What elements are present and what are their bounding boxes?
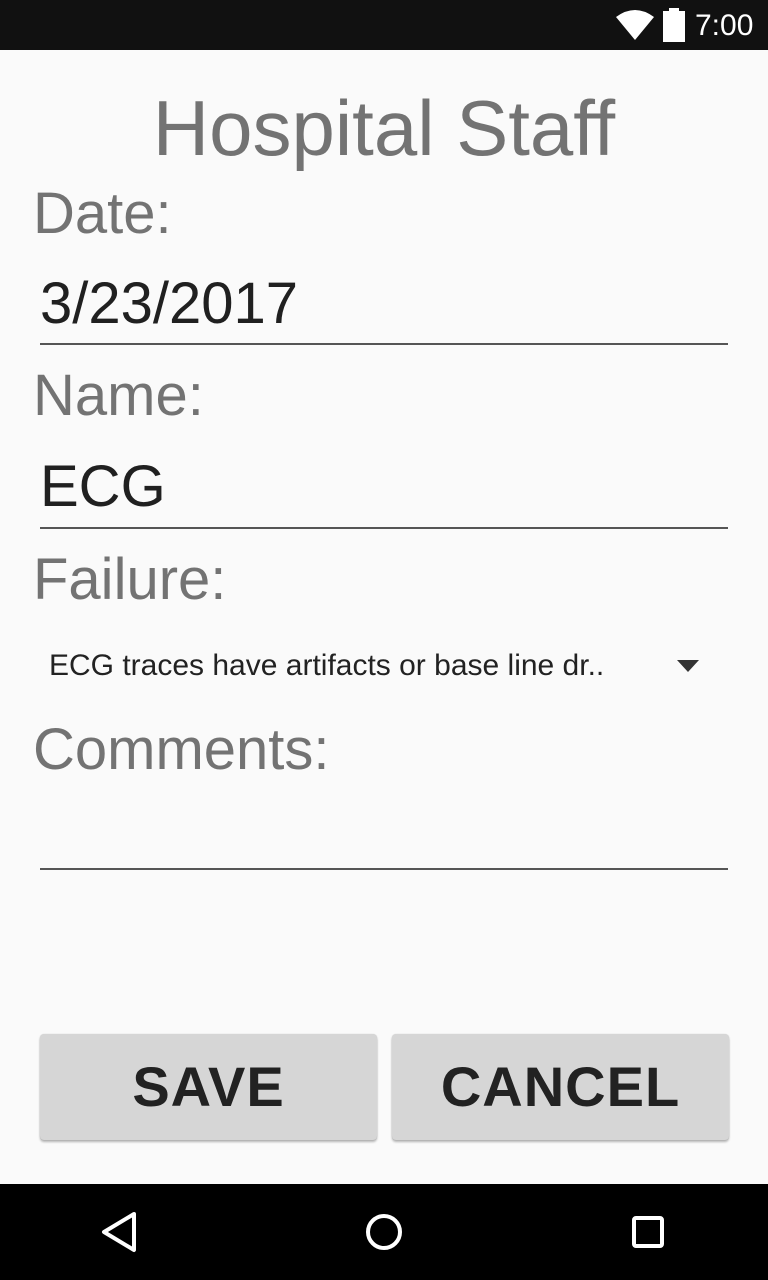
failure-dropdown-selected: ECG traces have artifacts or base line d… [49, 649, 605, 682]
date-field[interactable]: 3/23/2017 [40, 268, 728, 345]
status-bar: 7:00 [0, 0, 768, 50]
cancel-button[interactable]: CANCEL [392, 1034, 729, 1140]
app-screen: 7:00 Hospital Staff Date: 3/23/2017 Name… [0, 0, 768, 1280]
save-button[interactable]: SAVE [40, 1034, 377, 1140]
comments-field[interactable] [40, 800, 728, 870]
name-field-value: ECG [40, 454, 166, 519]
name-field[interactable]: ECG [40, 452, 728, 529]
home-circle-icon[interactable] [360, 1208, 408, 1256]
comments-label: Comments: [33, 717, 330, 782]
recents-square-icon[interactable] [624, 1208, 672, 1256]
battery-icon [663, 8, 685, 42]
date-label: Date: [33, 181, 172, 246]
failure-dropdown[interactable]: ECG traces have artifacts or base line d… [40, 630, 728, 702]
dropdown-arrow-icon [677, 660, 699, 672]
status-clock: 7:00 [695, 9, 754, 42]
page-title: Hospital Staff [152, 84, 616, 172]
failure-label: Failure: [33, 547, 227, 612]
wifi-icon [616, 10, 654, 40]
date-field-value: 3/23/2017 [40, 271, 299, 336]
navigation-bar [0, 1184, 768, 1280]
name-label: Name: [33, 363, 204, 428]
back-triangle-icon[interactable] [96, 1208, 144, 1256]
